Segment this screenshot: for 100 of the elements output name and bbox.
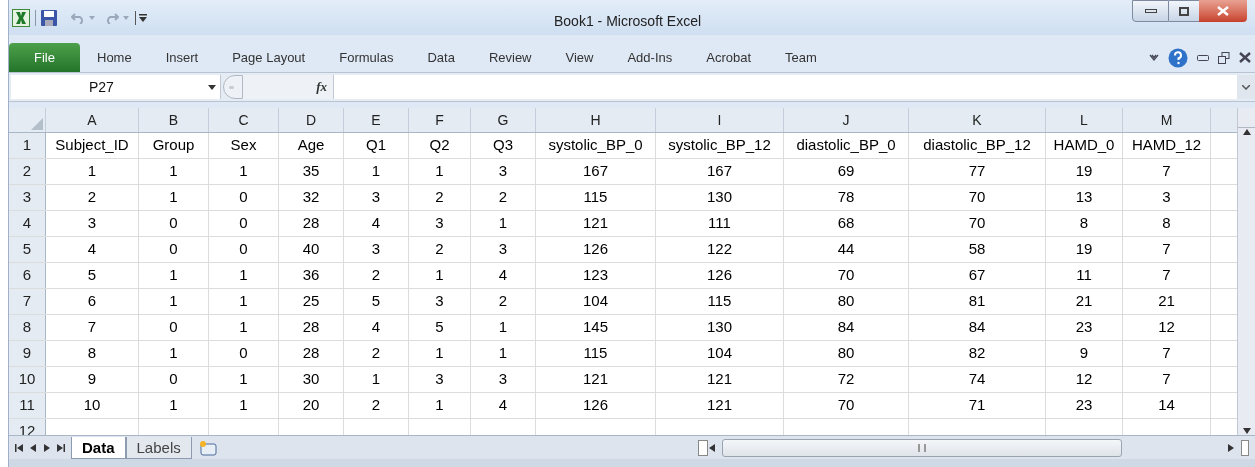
- ribbon-tab[interactable]: Home: [80, 43, 149, 72]
- split-handle[interactable]: [697, 439, 708, 456]
- column-header[interactable]: F: [409, 108, 471, 132]
- table-cell: 104: [656, 341, 784, 366]
- table-cell: 4: [46, 237, 139, 262]
- ribbon-tab[interactable]: View: [548, 43, 611, 72]
- row-header[interactable]: 5: [9, 237, 46, 262]
- column-header[interactable]: I: [656, 108, 784, 132]
- ribbon-tab[interactable]: Add-Ins: [610, 43, 690, 72]
- window-title: Book1 - Microsoft Excel: [554, 12, 702, 31]
- table-cell: 1: [409, 159, 471, 184]
- customize-toolbar-icon[interactable]: [139, 13, 147, 22]
- table-cell: 3: [471, 159, 536, 184]
- formula-input[interactable]: [333, 75, 1237, 99]
- restore-window-icon[interactable]: [1218, 51, 1230, 64]
- table-cell: 58: [909, 237, 1046, 262]
- close-button[interactable]: [1199, 0, 1247, 22]
- table-cell: 167: [656, 159, 784, 184]
- table-cell: 1: [409, 341, 471, 366]
- row-header[interactable]: 4: [9, 211, 46, 236]
- table-cell: 122: [656, 237, 784, 262]
- insert-function-button[interactable]: fx: [316, 77, 327, 97]
- first-sheet-icon[interactable]: [15, 443, 23, 452]
- table-cell: 126: [536, 237, 656, 262]
- table-cell: 35: [279, 159, 344, 184]
- row-header[interactable]: 11: [9, 393, 46, 418]
- collapse-ribbon-icon[interactable]: [1149, 53, 1159, 62]
- column-header[interactable]: J: [784, 108, 909, 132]
- column-header[interactable]: G: [471, 108, 536, 132]
- table-cell: 167: [536, 159, 656, 184]
- ribbon-tab[interactable]: Page Layout: [215, 43, 323, 72]
- table-cell: 126: [536, 393, 656, 418]
- row-header[interactable]: 6: [9, 263, 46, 288]
- row-header[interactable]: 2: [9, 159, 46, 184]
- table-cell: 10: [46, 393, 139, 418]
- table-cell: 12: [1123, 315, 1211, 340]
- scroll-right-icon[interactable]: [1227, 443, 1235, 452]
- next-sheet-icon[interactable]: [43, 443, 51, 452]
- file-tab[interactable]: File: [9, 43, 80, 72]
- name-box[interactable]: P27: [11, 75, 221, 99]
- table-cell: 28: [279, 315, 344, 340]
- table-cell: HAMD_0: [1046, 133, 1123, 158]
- table-cell: 9: [46, 367, 139, 392]
- save-icon[interactable]: [41, 9, 57, 26]
- table-cell: Q2: [409, 133, 471, 158]
- column-header[interactable]: L: [1046, 108, 1123, 132]
- scroll-left-icon[interactable]: [707, 443, 716, 452]
- column-header[interactable]: A: [46, 108, 139, 132]
- table-cell: 68: [784, 211, 909, 236]
- previous-sheet-icon[interactable]: [29, 443, 37, 452]
- column-header[interactable]: E: [344, 108, 409, 132]
- table-cell: 44: [784, 237, 909, 262]
- sheet-tab[interactable]: Labels: [125, 436, 192, 459]
- table-cell: 28: [279, 211, 344, 236]
- table-cell: 0: [209, 341, 279, 366]
- ribbon-tab[interactable]: Review: [471, 43, 549, 72]
- column-header[interactable]: C: [209, 108, 279, 132]
- table-cell: diastolic_BP_0: [784, 133, 909, 158]
- ribbon-tab[interactable]: Team: [768, 43, 834, 72]
- row-header[interactable]: 8: [9, 315, 46, 340]
- ribbon-tab[interactable]: Insert: [148, 43, 216, 72]
- row-header[interactable]: 7: [9, 289, 46, 314]
- dropdown-arrow-icon[interactable]: [208, 84, 216, 90]
- ribbon-tab[interactable]: Formulas: [322, 43, 411, 72]
- minimize-button[interactable]: [1132, 0, 1169, 22]
- table-cell: 84: [784, 315, 909, 340]
- sheet-tab[interactable]: Data: [71, 436, 126, 459]
- last-sheet-icon[interactable]: [57, 443, 65, 452]
- row-header[interactable]: 1: [9, 133, 46, 158]
- row-header[interactable]: 3: [9, 185, 46, 210]
- ribbon-tab[interactable]: Acrobat: [689, 43, 769, 72]
- close-workbook-icon[interactable]: [1239, 52, 1251, 63]
- table-cell: 8: [46, 341, 139, 366]
- split-handle[interactable]: [1241, 439, 1249, 456]
- horizontal-scroll-thumb[interactable]: [721, 438, 1122, 457]
- column-header[interactable]: D: [279, 108, 344, 132]
- column-header[interactable]: M: [1123, 108, 1211, 132]
- table-cell: 19: [1046, 237, 1123, 262]
- expand-formula-bar-icon[interactable]: [1242, 84, 1250, 90]
- table-cell: 69: [784, 159, 909, 184]
- table-cell: 1: [139, 263, 209, 288]
- table-cell: Subject_ID: [46, 133, 139, 158]
- table-cell: 1: [209, 393, 279, 418]
- column-header[interactable]: B: [139, 108, 209, 132]
- row-header[interactable]: 9: [9, 341, 46, 366]
- row-header[interactable]: 10: [9, 367, 46, 392]
- table-cell: 3: [409, 289, 471, 314]
- table-cell: 1: [409, 263, 471, 288]
- maximize-button[interactable]: [1169, 0, 1199, 22]
- column-header[interactable]: K: [909, 108, 1046, 132]
- ribbon-tab[interactable]: Data: [410, 43, 472, 72]
- table-cell: 2: [344, 393, 409, 418]
- column-header[interactable]: H: [536, 108, 656, 132]
- table-cell: 2: [409, 185, 471, 210]
- help-icon[interactable]: [1168, 47, 1188, 68]
- excel-logo-icon[interactable]: [12, 8, 30, 27]
- scroll-up-icon[interactable]: [1242, 128, 1251, 136]
- table-cell: 7: [1123, 237, 1211, 262]
- minimize-workbook-icon[interactable]: [1197, 54, 1209, 61]
- new-sheet-icon[interactable]: [197, 439, 218, 456]
